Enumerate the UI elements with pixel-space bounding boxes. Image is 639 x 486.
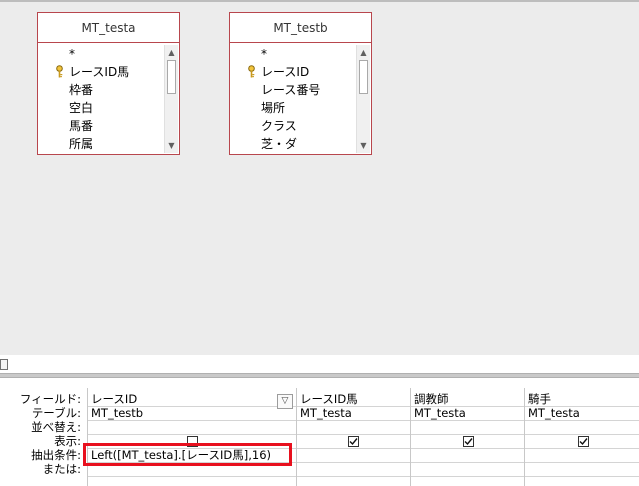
field-list-item[interactable]: 所属 [38,135,163,153]
table-cell[interactable]: MT_testb [91,406,291,420]
field-list-item[interactable]: * [230,45,355,63]
table-box-mt-testa[interactable]: MT_testa * レースID馬枠番空白馬番所属調教師 ▲ ▼ [37,12,180,155]
row-label-show: 表示: [54,434,81,448]
scroll-thumb[interactable] [167,60,176,94]
table-title[interactable]: MT_testb [230,13,371,43]
field-name: 馬番 [69,119,94,133]
key-icon [56,65,63,78]
table-cell[interactable]: MT_testa [414,406,520,420]
grid-column-divider [410,388,411,486]
query-design-grid[interactable]: フィールド: テーブル: 並べ替え: 表示: 抽出条件: または: レースID … [0,378,639,486]
row-label-or: または: [42,462,81,476]
table-cell[interactable]: MT_testa [300,406,406,420]
field-cell[interactable]: レースID馬 [300,392,406,406]
grid-row-divider [87,476,639,477]
chevron-down-icon[interactable]: ▼ [357,139,370,152]
field-list-item[interactable]: レースID馬 [38,63,163,81]
sort-cell[interactable] [91,420,291,434]
field-list[interactable]: * レースID レース番号場所クラス芝・ダ距離 [230,45,355,154]
key-icon [248,65,255,78]
field-list-item[interactable]: 馬番 [38,117,163,135]
field-name: 場所 [261,101,286,115]
field-list-item[interactable]: レースID [230,63,355,81]
field-cell[interactable]: 調教師 [414,392,520,406]
field-list-item[interactable]: 距離 [230,153,355,154]
field-name: 芝・ダ [261,137,298,151]
field-list-item[interactable]: クラス [230,117,355,135]
check-icon [464,438,473,446]
field-name: 空白 [69,101,94,115]
field-cell[interactable]: 騎手 [528,392,634,406]
field-cell[interactable]: レースID [91,392,271,406]
check-icon [349,438,358,446]
table-cell[interactable]: MT_testa [528,406,634,420]
query-design-pane[interactable]: MT_testa * レースID馬枠番空白馬番所属調教師 ▲ ▼ MT_testb… [0,0,639,355]
chevron-up-icon[interactable]: ▲ [165,46,178,59]
field-name: * [69,47,75,61]
row-label-table: テーブル: [31,406,81,420]
row-label-criteria: 抽出条件: [31,448,81,462]
field-list-item[interactable]: レース番号 [230,81,355,99]
splitter-handle[interactable] [0,359,8,370]
field-list-item[interactable]: 空白 [38,99,163,117]
top-border [0,0,639,2]
grid-row-divider [87,434,639,435]
grid-column-divider [524,388,525,486]
table-box-mt-testb[interactable]: MT_testb * レースID レース番号場所クラス芝・ダ距離 ▲ ▼ [229,12,372,155]
field-name: 所属 [69,137,94,151]
grid-column-divider [296,388,297,486]
pane-splitter-area [0,355,639,373]
grid-column-divider [87,388,88,486]
field-name: レースID馬 [69,65,130,79]
field-name: レースID [261,65,310,79]
show-checkbox[interactable] [348,436,359,447]
field-list-item[interactable]: 枠番 [38,81,163,99]
criteria-highlight-box [83,443,292,466]
show-checkbox[interactable] [578,436,589,447]
chevron-up-icon[interactable]: ▲ [357,46,370,59]
field-list-item[interactable]: 調教師 [38,153,163,154]
field-name: * [261,47,267,61]
check-icon [579,438,588,446]
scroll-thumb[interactable] [359,60,368,94]
row-label-field: フィールド: [19,392,81,406]
show-checkbox[interactable] [463,436,474,447]
row-label-sort: 並べ替え: [31,420,81,434]
vertical-scrollbar[interactable]: ▲ ▼ [164,45,178,153]
table-title[interactable]: MT_testa [38,13,179,43]
field-list-item[interactable]: 芝・ダ [230,135,355,153]
field-name: 枠番 [69,83,94,97]
field-list[interactable]: * レースID馬枠番空白馬番所属調教師 [38,45,163,154]
chevron-down-icon[interactable]: ▼ [165,139,178,152]
field-list-item[interactable]: 場所 [230,99,355,117]
vertical-scrollbar[interactable]: ▲ ▼ [356,45,370,153]
field-name: クラス [261,119,297,133]
field-list-item[interactable]: * [38,45,163,63]
field-name: レース番号 [261,83,321,97]
